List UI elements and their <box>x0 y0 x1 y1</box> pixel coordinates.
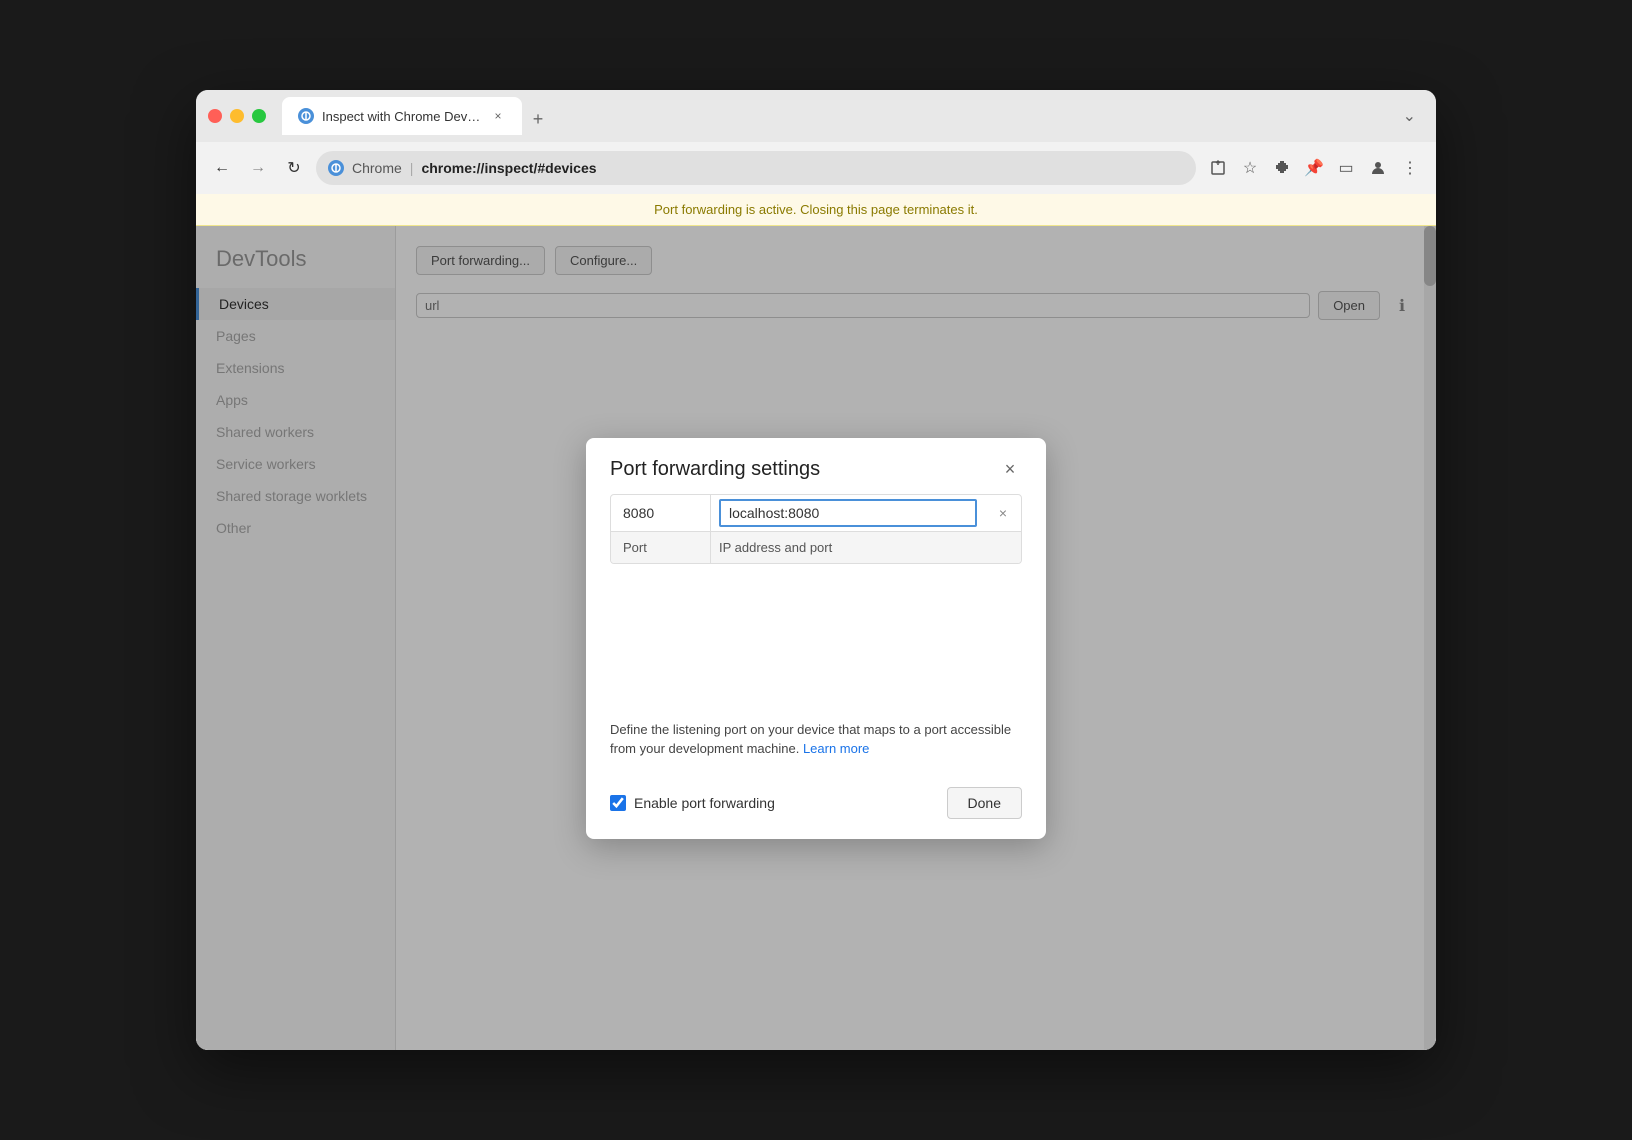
user-icon[interactable] <box>1364 154 1392 182</box>
new-tab-button[interactable]: + <box>522 103 554 135</box>
address-url: chrome://inspect/#devices <box>421 160 596 176</box>
port-delete-button[interactable]: × <box>985 495 1021 531</box>
modal-header: Port forwarding settings × <box>586 438 1046 494</box>
sidebar-icon[interactable]: ▭ <box>1332 154 1360 182</box>
port-number: 8080 <box>623 505 654 521</box>
minimize-traffic-light[interactable] <box>230 109 244 123</box>
back-button[interactable]: ← <box>208 154 236 182</box>
tab-title: Inspect with Chrome Develope <box>322 109 482 124</box>
modal-description: Define the listening port on your device… <box>586 704 1046 775</box>
address-separator: | <box>410 160 414 176</box>
title-bar: Inspect with Chrome Develope × + ⌄ <box>196 90 1436 142</box>
tab-favicon <box>298 108 314 124</box>
port-header-address: IP address and port <box>711 532 1021 563</box>
empty-port-area <box>586 564 1046 704</box>
port-table: 8080 × Port IP address and port <box>610 494 1022 564</box>
learn-more-link[interactable]: Learn more <box>803 741 869 756</box>
enable-port-forwarding-checkbox[interactable] <box>610 795 626 811</box>
info-banner-text: Port forwarding is active. Closing this … <box>654 202 978 217</box>
star-icon[interactable]: ☆ <box>1236 154 1264 182</box>
close-traffic-light[interactable] <box>208 109 222 123</box>
info-banner: Port forwarding is active. Closing this … <box>196 194 1436 226</box>
port-header-port: Port <box>611 532 711 563</box>
forward-button[interactable]: → <box>244 154 272 182</box>
port-number-cell: 8080 <box>611 495 711 531</box>
modal-title: Port forwarding settings <box>610 458 820 481</box>
tab-close-button[interactable]: × <box>490 108 506 124</box>
traffic-lights <box>208 109 266 123</box>
tab-menu-button[interactable]: ⌄ <box>1395 102 1424 130</box>
enable-port-forwarding-label[interactable]: Enable port forwarding <box>610 795 775 811</box>
nav-bar: ← → ↻ Chrome | chrome://inspect/#devices… <box>196 142 1436 194</box>
menu-icon[interactable]: ⋮ <box>1396 154 1424 182</box>
tab-bar: Inspect with Chrome Develope × + <box>282 97 1387 135</box>
modal-close-button[interactable]: × <box>998 458 1022 482</box>
port-header-row: Port IP address and port <box>611 532 1021 563</box>
active-tab[interactable]: Inspect with Chrome Develope × <box>282 97 522 135</box>
main-content: DevTools Devices Pages Extensions Apps S… <box>196 226 1436 1050</box>
address-chrome-label: Chrome <box>352 160 402 176</box>
address-bar[interactable]: Chrome | chrome://inspect/#devices <box>316 151 1196 185</box>
port-address-input[interactable] <box>719 499 977 527</box>
share-icon[interactable] <box>1204 154 1232 182</box>
port-data-row: 8080 × <box>611 495 1021 532</box>
address-favicon <box>328 160 344 176</box>
browser-window: Inspect with Chrome Develope × + ⌄ ← → ↻… <box>196 90 1436 1050</box>
pin-icon[interactable]: 📌 <box>1300 154 1328 182</box>
extensions-icon[interactable] <box>1268 154 1296 182</box>
refresh-button[interactable]: ↻ <box>280 154 308 182</box>
modal-overlay: Port forwarding settings × 8080 × <box>196 226 1436 1050</box>
port-forwarding-modal: Port forwarding settings × 8080 × <box>586 438 1046 839</box>
modal-footer: Enable port forwarding Done <box>586 775 1046 839</box>
checkbox-label-text: Enable port forwarding <box>634 795 775 811</box>
port-address-cell <box>711 495 985 531</box>
done-button[interactable]: Done <box>947 787 1022 819</box>
nav-icons: ☆ 📌 ▭ ⋮ <box>1204 154 1424 182</box>
address-text: Chrome | chrome://inspect/#devices <box>352 160 597 176</box>
maximize-traffic-light[interactable] <box>252 109 266 123</box>
